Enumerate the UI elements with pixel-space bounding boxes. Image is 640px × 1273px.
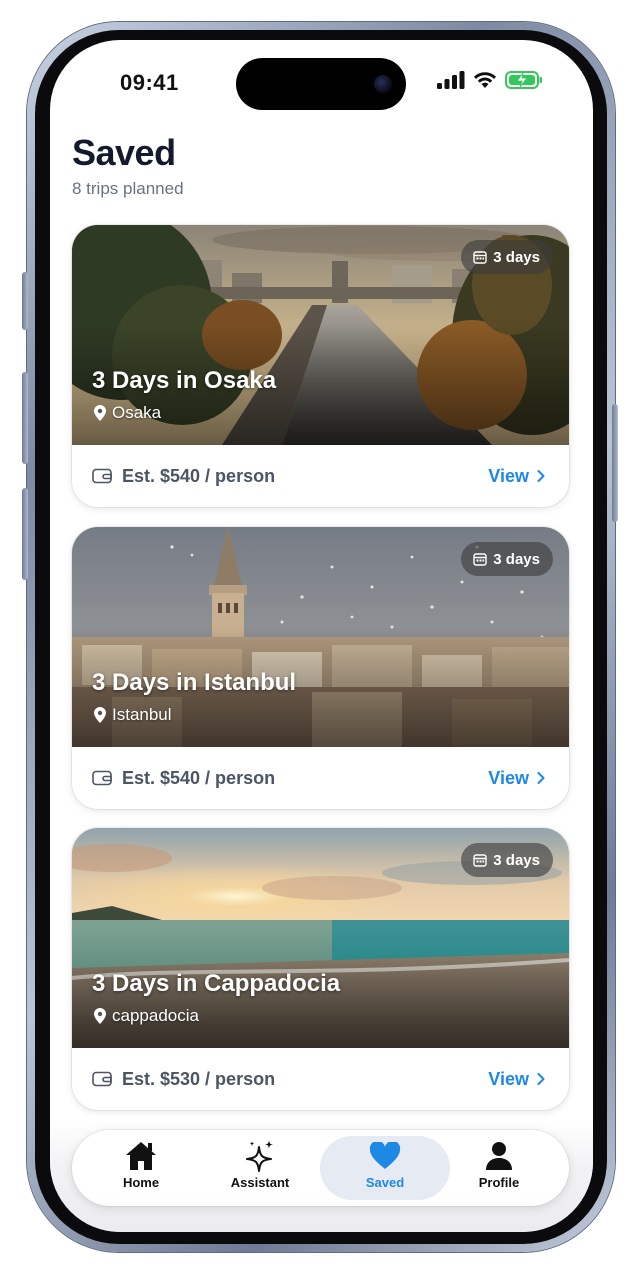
tab-saved-label: Saved (365, 1175, 405, 1190)
screen: 09:41 Saved 8 trips planned 3 days 3 Day… (50, 40, 593, 1232)
tab-home[interactable]: Home (82, 1136, 200, 1200)
trip-title: 3 Days in Istanbul (92, 669, 297, 696)
signal-icon (437, 71, 465, 89)
trip-title: 3 Days in Cappadocia (92, 970, 341, 997)
trip-location-label: Istanbul (112, 705, 172, 724)
view-button[interactable]: View (488, 768, 545, 789)
trip-location-label: cappadocia (112, 1006, 199, 1025)
page-title: Saved (72, 132, 176, 173)
trip-card[interactable]: 3 days 3 Days in Osaka Osaka Est. $540 /… (72, 225, 569, 507)
trip-location: Osaka (94, 403, 161, 423)
view-button-label: View (488, 767, 529, 788)
trip-card[interactable]: 3 days 3 Days in Cappadocia cappadocia E… (72, 828, 569, 1110)
duration-badge: 3 days (461, 843, 553, 877)
calendar-icon (473, 251, 487, 264)
wifi-icon (474, 72, 496, 88)
trip-footer: Est. $540 / person View (72, 747, 569, 809)
camera-icon (374, 75, 392, 93)
map-pin-icon (94, 405, 106, 421)
tab-profile-label: Profile (478, 1175, 520, 1190)
page-subtitle: 8 trips planned (72, 179, 184, 198)
volume-up-button (22, 372, 28, 464)
trip-location-label: Osaka (112, 403, 162, 422)
trip-location: Istanbul (94, 705, 172, 725)
tab-assistant[interactable]: Assistant (201, 1136, 319, 1200)
status-time: 09:41 (120, 70, 179, 95)
trip-price-label: Est. $540 / person (122, 465, 276, 486)
wallet-icon (92, 1071, 112, 1087)
sparkles-icon (246, 1140, 273, 1172)
battery-charging-icon (505, 71, 542, 89)
view-button-label: View (488, 1068, 529, 1089)
trip-price-label: Est. $530 / person (122, 1068, 276, 1089)
chevron-right-icon (537, 772, 545, 784)
view-button-label: View (488, 465, 529, 486)
tab-home-label: Home (122, 1175, 160, 1190)
wallet-icon (92, 468, 112, 484)
trip-price-label: Est. $540 / person (122, 767, 276, 788)
action-button (22, 272, 28, 330)
map-pin-icon (94, 1008, 106, 1024)
duration-badge: 3 days (461, 542, 553, 576)
duration-badge: 3 days (461, 240, 553, 274)
map-pin-icon (94, 707, 106, 723)
home-icon (126, 1142, 156, 1170)
wallet-icon (92, 770, 112, 786)
power-button (612, 404, 618, 522)
status-icons (437, 70, 543, 90)
trip-price: Est. $540 / person (92, 768, 275, 789)
trip-card[interactable]: 3 days 3 Days in Istanbul Istanbul Est. … (72, 527, 569, 809)
volume-down-button (22, 488, 28, 580)
duration-label: 3 days (493, 248, 540, 266)
trip-title: 3 Days in Osaka (92, 367, 277, 394)
dynamic-island (236, 58, 406, 110)
trip-price: Est. $530 / person (92, 1069, 275, 1090)
trip-footer: Est. $540 / person View (72, 445, 569, 507)
tab-saved[interactable]: Saved (320, 1136, 450, 1200)
calendar-icon (473, 553, 487, 566)
duration-label: 3 days (493, 550, 540, 568)
calendar-icon (473, 854, 487, 867)
chevron-right-icon (537, 1073, 545, 1085)
tab-profile[interactable]: Profile (440, 1136, 558, 1200)
tab-bar: Home Assistant Saved Profile (72, 1130, 569, 1206)
tab-assistant-label: Assistant (230, 1175, 290, 1190)
person-icon (486, 1142, 512, 1170)
trip-price: Est. $540 / person (92, 466, 275, 487)
view-button[interactable]: View (488, 466, 545, 487)
chevron-right-icon (537, 470, 545, 482)
trip-location: cappadocia (94, 1006, 199, 1026)
duration-label: 3 days (493, 851, 540, 869)
heart-icon (369, 1142, 401, 1169)
trip-footer: Est. $530 / person View (72, 1048, 569, 1110)
view-button[interactable]: View (488, 1069, 545, 1090)
